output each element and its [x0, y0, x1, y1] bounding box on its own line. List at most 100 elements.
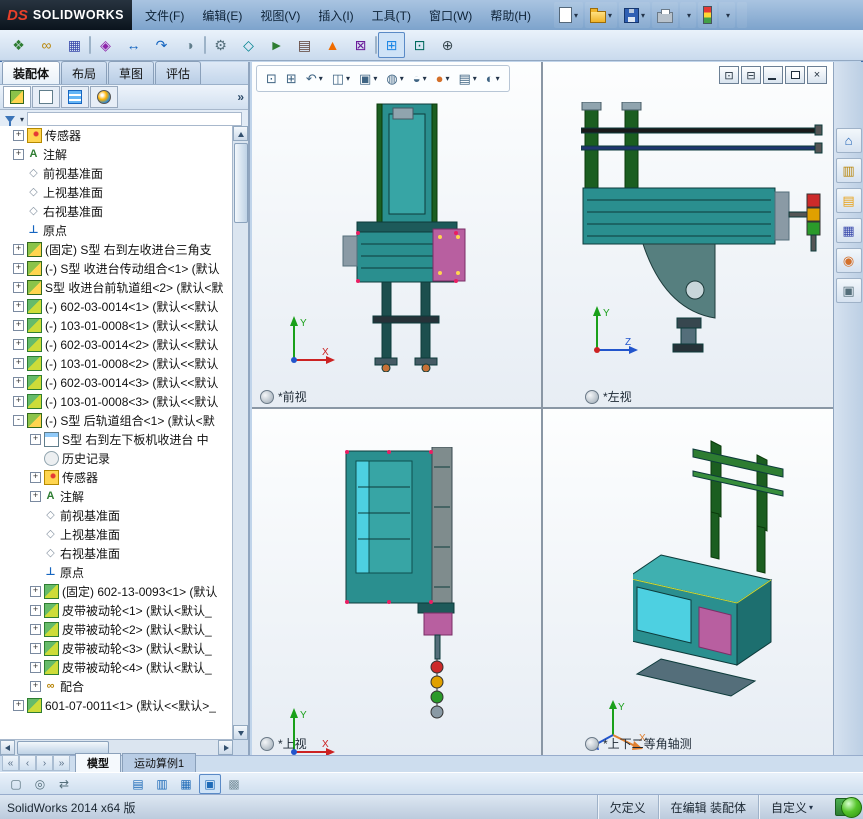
configurationmanager-tab[interactable]	[61, 86, 89, 108]
tree-item[interactable]: ◇ 前视基准面	[0, 164, 232, 183]
view-orientation-button[interactable]: ▣ ▾	[355, 67, 381, 90]
tree-vertical-scrollbar[interactable]	[232, 126, 248, 740]
exploded-view-button[interactable]: ▲	[319, 32, 346, 58]
tree-item[interactable]: ⊥ 原点	[0, 221, 232, 240]
print-button[interactable]	[652, 2, 679, 28]
propertymanager-tab[interactable]	[32, 86, 60, 108]
draft-quality-button[interactable]: ▩	[223, 774, 245, 794]
status-segment[interactable]: 自定义 ▾	[757, 795, 825, 819]
tree-item[interactable]: + S型 右到左下板机收进台 中	[0, 430, 232, 449]
prev-tab-button[interactable]: ‹	[19, 755, 36, 771]
open-button[interactable]: ▾	[585, 2, 618, 28]
model-front-view[interactable]	[327, 102, 477, 372]
multi-viewport-button[interactable]: ⊞	[378, 32, 405, 58]
scroll-right-arrow[interactable]	[218, 740, 233, 755]
tree-item[interactable]: ⊥ 原点	[0, 563, 232, 582]
tree-item[interactable]: ◇ 右视基准面	[0, 202, 232, 221]
show-hidden-components-button[interactable]: ◑	[176, 32, 203, 58]
chevron-down-icon[interactable]: ▾	[20, 115, 24, 124]
tree-item[interactable]: + 皮带被动轮<3> (默认<默认_	[0, 639, 232, 658]
viewport-layout-button[interactable]: ⊡	[719, 66, 739, 84]
tree-expander-toggle[interactable]: +	[30, 472, 41, 483]
featuremanager-tree-tab[interactable]	[3, 86, 31, 108]
tree-expander-toggle[interactable]: +	[30, 491, 41, 502]
view-palette-button[interactable]: ▦	[835, 218, 862, 243]
tree-item[interactable]: + (-) 602-03-0014<3> (默认<<默认	[0, 373, 232, 392]
tree-expander-toggle[interactable]: +	[30, 434, 41, 445]
tree-item[interactable]: + (-) 103-01-0008<1> (默认<<默认	[0, 316, 232, 335]
command-tab[interactable]: 评估	[155, 61, 202, 84]
next-tab-button[interactable]: ›	[36, 755, 53, 771]
tree-item[interactable]: + (-) 103-01-0008<3> (默认<<默认	[0, 392, 232, 411]
notification-badge[interactable]	[841, 797, 862, 818]
top-view-quadrant[interactable]: Y X *上视	[252, 409, 543, 756]
first-tab-button[interactable]: «	[2, 755, 19, 771]
assembly-features-button[interactable]: ⚙	[207, 32, 234, 58]
zoom-fit-button[interactable]: ⊡	[262, 67, 281, 90]
graphics-area[interactable]: Y X *前视 Y Z *左视 Y X *上视 Y X *上下二等角轴测 ⊡ ⊞…	[252, 62, 833, 756]
tree-item[interactable]: + (-) 602-03-0014<1> (默认<<默认	[0, 297, 232, 316]
isometric-view-quadrant[interactable]: Y X *上下二等角轴测	[543, 409, 833, 755]
previous-view-button[interactable]: ↶ ▾	[302, 67, 327, 90]
menu-item[interactable]: 文件(F)	[136, 2, 193, 29]
display-style-button[interactable]: ◍ ▾	[382, 67, 407, 90]
tree-item[interactable]: + S型 收进台前轨道组<2> (默认<默	[0, 278, 232, 297]
tree-item[interactable]: + 皮带被动轮<1> (默认<默认_	[0, 601, 232, 620]
tree-expander-toggle[interactable]: +	[13, 149, 24, 160]
tree-item[interactable]: 历史记录	[0, 449, 232, 468]
tree-item[interactable]: + 皮带被动轮<2> (默认<默认_	[0, 620, 232, 639]
tree-item[interactable]: ◇ 前视基准面	[0, 506, 232, 525]
tree-item[interactable]: + 601-07-0011<1> (默认<<默认>_	[0, 696, 232, 715]
new-document-button[interactable]: ▾	[553, 2, 583, 28]
menu-item[interactable]: 编辑(E)	[193, 2, 251, 29]
tree-expander-toggle[interactable]: +	[30, 643, 41, 654]
solidworks-resources-button[interactable]: ⌂	[835, 128, 862, 153]
tree-expander-toggle[interactable]: +	[13, 301, 24, 312]
command-tab[interactable]: 草图	[108, 61, 155, 84]
zoom-area-button[interactable]: ⊞	[282, 67, 301, 90]
new-motion-study-button[interactable]: ►	[263, 32, 290, 58]
menu-item[interactable]: 窗口(W)	[420, 2, 481, 29]
tree-expander-toggle[interactable]: +	[13, 339, 24, 350]
tree-item[interactable]: + (固定) S型 右到左收进台三角支	[0, 240, 232, 259]
smart-fasteners-button[interactable]: ◈	[92, 32, 119, 58]
tree-item[interactable]: ◇ 上视基准面	[0, 525, 232, 544]
tree-item[interactable]: - (-) S型 后轨道组合<1> (默认<默	[0, 411, 232, 430]
pan-button[interactable]: ⇄	[53, 774, 75, 794]
edit-appearance-button[interactable]: ● ▾	[432, 67, 454, 90]
tree-expander-toggle[interactable]: +	[13, 377, 24, 388]
tree-item[interactable]: + (固定) 602-13-0093<1> (默认	[0, 582, 232, 601]
design-library-button[interactable]: ▥	[835, 158, 862, 183]
command-tab[interactable]: 布局	[61, 61, 108, 84]
scroll-down-arrow[interactable]	[233, 725, 248, 740]
tree-item[interactable]: + 传感器	[0, 468, 232, 487]
measure-button[interactable]: ⊡	[406, 32, 433, 58]
bill-of-materials-button[interactable]: ▤	[291, 32, 318, 58]
last-tab-button[interactable]: »	[53, 755, 70, 771]
viewport-split-button[interactable]: ⊟	[741, 66, 761, 84]
tree-expander-toggle[interactable]: +	[13, 358, 24, 369]
scroll-up-arrow[interactable]	[233, 126, 248, 141]
section-view-button[interactable]: ◫ ▾	[328, 67, 354, 90]
mate-button[interactable]: ∞	[33, 32, 60, 58]
tree-expander-toggle[interactable]: +	[13, 320, 24, 331]
help-button[interactable]	[737, 2, 748, 28]
tree-expander-toggle[interactable]: +	[30, 662, 41, 673]
custom-properties-button[interactable]: ▣	[835, 278, 862, 303]
tree-item[interactable]: ◇ 上视基准面	[0, 183, 232, 202]
pane-overflow-button[interactable]: »	[237, 90, 244, 104]
menu-item[interactable]: 插入(I)	[309, 2, 362, 29]
shaded-display-button[interactable]: ▣	[199, 773, 221, 794]
tree-expander-toggle[interactable]: +	[30, 681, 41, 692]
select-button[interactable]: ▢	[5, 774, 27, 794]
tree-item[interactable]: + ∞ 配合	[0, 677, 232, 696]
model-top-view[interactable]	[334, 447, 464, 732]
rebuild-button[interactable]	[698, 2, 718, 28]
tree-expander-toggle[interactable]: +	[30, 605, 41, 616]
reference-geometry-button[interactable]: ◇	[235, 32, 262, 58]
filter-input[interactable]	[27, 112, 242, 126]
tree-item[interactable]: + (-) S型 收进台传动组合<1> (默认	[0, 259, 232, 278]
linear-component-pattern-button[interactable]: ▦	[61, 32, 88, 58]
insert-components-button[interactable]: ❖	[5, 32, 32, 58]
file-explorer-button[interactable]: ▤	[835, 188, 862, 213]
